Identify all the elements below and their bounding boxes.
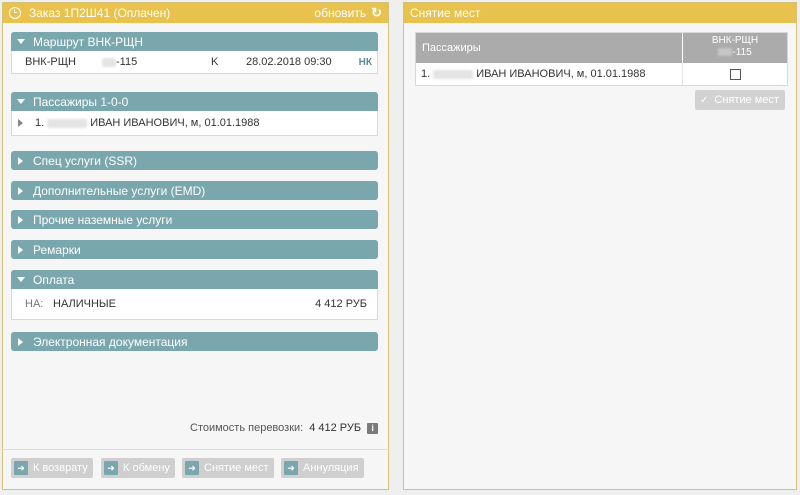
remarks-section-header[interactable]: Ремарки bbox=[11, 240, 378, 259]
redacted-surname bbox=[47, 118, 88, 128]
redacted-carrier bbox=[102, 57, 116, 67]
remarks-section: Ремарки bbox=[11, 240, 378, 259]
release-seats-button[interactable]: ➜ Снятие мест bbox=[182, 458, 274, 478]
docs-section-title: Электронная документация bbox=[33, 334, 188, 349]
refresh-button[interactable]: обновить ↻ bbox=[314, 5, 382, 21]
col-segment-flight-line: -115 bbox=[683, 47, 787, 59]
cost-label: Стоимость перевозки: bbox=[190, 422, 304, 434]
cancel-order-button[interactable]: ➜ Аннуляция bbox=[281, 458, 364, 478]
collapsed-triangle-icon bbox=[18, 186, 23, 195]
seat-table: Пассажиры ВНК-РЩН -115 1. ИВАН ИВАНОВИЧ,… bbox=[415, 32, 788, 86]
emd-section-header[interactable]: Дополнительные услуги (EMD) bbox=[11, 181, 378, 200]
cost-value: 4 412 РУБ bbox=[309, 422, 362, 434]
clock-icon bbox=[9, 7, 21, 19]
payment-row: НА: НАЛИЧНЫЕ 4 412 РУБ bbox=[12, 289, 377, 319]
collapsed-triangle-icon bbox=[18, 156, 23, 165]
exchange-label: К обмену bbox=[123, 462, 170, 474]
transport-cost: Стоимость перевозки: 4 412 РУБ i bbox=[190, 422, 379, 434]
release-seats-panel-header: Снятие мест bbox=[404, 3, 796, 23]
passengers-section-title: Пассажиры 1-0-0 bbox=[33, 94, 129, 109]
release-seats-panel: Снятие мест Пассажиры ВНК-РЩН -115 1. ИВ… bbox=[403, 2, 797, 490]
ground-services-section-header[interactable]: Прочие наземные услуги bbox=[11, 210, 378, 229]
passenger-details: ИВАН ИВАНОВИЧ, м, 01.01.1988 bbox=[90, 117, 260, 129]
payment-section: Оплата НА: НАЛИЧНЫЕ 4 412 РУБ bbox=[11, 270, 378, 320]
route-section-header[interactable]: Маршрут ВНК-РЩН bbox=[11, 32, 378, 51]
release-seats-submit-button[interactable]: ✓ Снятие мест bbox=[695, 90, 785, 110]
collapsed-triangle-icon bbox=[18, 245, 23, 254]
route-section-title: Маршрут ВНК-РЩН bbox=[33, 34, 144, 49]
row-number: 1. bbox=[421, 68, 431, 80]
divider bbox=[2, 449, 389, 450]
col-segment: ВНК-РЩН -115 bbox=[682, 33, 787, 63]
arrow-right-icon: ➜ bbox=[185, 461, 199, 475]
order-title: Заказ 1П2Ш41 (Оплачен) bbox=[29, 6, 171, 20]
segment-flight: -115 bbox=[116, 56, 138, 68]
route-section: Маршрут ВНК-РЩН ВНК-РЩН -115 K 28.02.201… bbox=[11, 32, 378, 74]
table-row: 1. ИВАН ИВАНОВИЧ, м, 01.01.1988 bbox=[416, 63, 787, 85]
passengers-section: Пассажиры 1-0-0 1. ИВАН ИВАНОВИЧ, м, 01.… bbox=[11, 92, 378, 136]
ssr-section-header[interactable]: Спец услуги (SSR) bbox=[11, 151, 378, 170]
remarks-section-title: Ремарки bbox=[33, 242, 81, 257]
cancel-order-label: Аннуляция bbox=[303, 462, 359, 474]
payment-label: НА: bbox=[25, 298, 44, 310]
expanded-triangle-icon bbox=[17, 277, 25, 282]
refresh-icon: ↻ bbox=[371, 5, 382, 20]
ground-services-section: Прочие наземные услуги bbox=[11, 210, 378, 229]
redacted-carrier bbox=[718, 48, 733, 57]
refund-label: К возврату bbox=[33, 462, 88, 474]
passengers-section-body: 1. ИВАН ИВАНОВИЧ, м, 01.01.1988 bbox=[11, 111, 378, 136]
release-seats-submit-label: Снятие мест bbox=[714, 94, 779, 106]
segment-class: K bbox=[211, 56, 219, 68]
refund-button[interactable]: ➜ К возврату bbox=[11, 458, 93, 478]
passenger-number: 1. bbox=[35, 117, 45, 129]
collapsed-triangle-icon bbox=[18, 337, 23, 346]
payment-section-header[interactable]: Оплата bbox=[11, 270, 378, 289]
segment-datetime: 28.02.2018 09:30 bbox=[246, 56, 332, 68]
row-name: ИВАН ИВАНОВИЧ, м, 01.01.1988 bbox=[476, 68, 646, 80]
passengers-section-header[interactable]: Пассажиры 1-0-0 bbox=[11, 92, 378, 111]
emd-section: Дополнительные услуги (EMD) bbox=[11, 181, 378, 200]
expanded-triangle-icon bbox=[17, 39, 25, 44]
collapsed-triangle-icon bbox=[18, 215, 23, 224]
info-icon[interactable]: i bbox=[367, 422, 379, 434]
check-icon: ✓ bbox=[700, 94, 709, 106]
release-seats-panel-title: Снятие мест bbox=[410, 6, 481, 20]
row-passenger: 1. ИВАН ИВАНОВИЧ, м, 01.01.1988 bbox=[416, 63, 682, 85]
arrow-right-icon: ➜ bbox=[284, 461, 298, 475]
route-section-body: ВНК-РЩН -115 K 28.02.2018 09:30 НК bbox=[11, 51, 378, 74]
docs-section: Электронная документация bbox=[11, 332, 378, 351]
payment-section-body: НА: НАЛИЧНЫЕ 4 412 РУБ bbox=[11, 289, 378, 320]
segment-status[interactable]: НК bbox=[359, 57, 372, 68]
segment-row: ВНК-РЩН -115 K 28.02.2018 09:30 НК bbox=[12, 51, 377, 73]
expand-passenger-icon[interactable] bbox=[18, 119, 23, 127]
col-passengers: Пассажиры bbox=[422, 42, 481, 54]
redacted-surname bbox=[433, 69, 474, 79]
exchange-button[interactable]: ➜ К обмену bbox=[101, 458, 175, 478]
seat-checkbox[interactable] bbox=[729, 68, 741, 80]
col-segment-route: ВНК-РЩН bbox=[711, 35, 759, 46]
emd-section-title: Дополнительные услуги (EMD) bbox=[33, 183, 206, 198]
docs-section-header[interactable]: Электронная документация bbox=[11, 332, 378, 351]
col-segment-flight: -115 bbox=[732, 47, 752, 58]
table-header: Пассажиры ВНК-РЩН -115 bbox=[416, 33, 787, 63]
expanded-triangle-icon bbox=[17, 99, 25, 104]
ssr-section: Спец услуги (SSR) bbox=[11, 151, 378, 170]
passenger-row: 1. ИВАН ИВАНОВИЧ, м, 01.01.1988 bbox=[12, 111, 377, 135]
arrow-right-icon: ➜ bbox=[14, 461, 28, 475]
segment-route: ВНК-РЩН bbox=[25, 56, 76, 68]
payment-amount: 4 412 РУБ bbox=[315, 298, 367, 310]
order-panel-header: Заказ 1П2Ш41 (Оплачен) обновить ↻ bbox=[3, 3, 388, 23]
arrow-right-icon: ➜ bbox=[104, 461, 118, 475]
payment-section-title: Оплата bbox=[33, 272, 75, 287]
ground-services-section-title: Прочие наземные услуги bbox=[33, 212, 173, 227]
ssr-section-title: Спец услуги (SSR) bbox=[33, 153, 137, 168]
row-checkbox-cell bbox=[682, 63, 787, 85]
payment-method: НАЛИЧНЫЕ bbox=[53, 298, 116, 310]
refresh-label: обновить bbox=[314, 6, 367, 20]
release-seats-label: Снятие мест bbox=[204, 462, 269, 474]
